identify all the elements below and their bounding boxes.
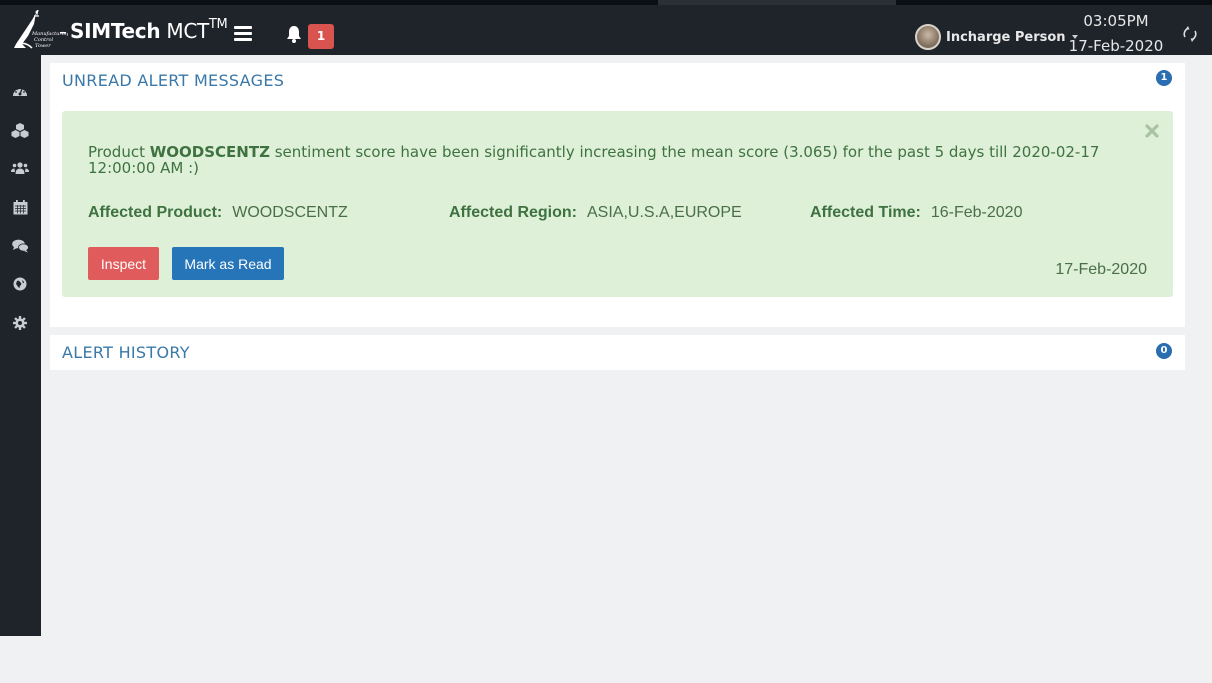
unread-alerts-title[interactable]: UNREAD ALERT MESSAGES xyxy=(62,71,284,90)
clock: 03:05PM 17-Feb-2020 xyxy=(1060,11,1172,56)
inspect-button[interactable]: Inspect xyxy=(88,247,159,280)
affected-region-label: Affected Region: xyxy=(449,204,577,221)
sidebar-item-calendar[interactable] xyxy=(11,198,29,216)
users-icon xyxy=(11,162,29,174)
sidebar-item-inventory[interactable] xyxy=(11,121,29,139)
svg-text:Tower: Tower xyxy=(35,43,51,49)
top-navbar: Manufacturing Control Tower SIMTech MCTT… xyxy=(0,5,1212,55)
affected-region: Affected Region: ASIA,U.S.A,EUROPE xyxy=(449,204,742,222)
sidebar-item-settings[interactable] xyxy=(11,314,29,332)
brand-name: SIMTech xyxy=(70,19,161,43)
notification-badge[interactable]: 1 xyxy=(308,24,334,49)
avatar xyxy=(915,24,941,50)
affected-time: Affected Time: 16-Feb-2020 xyxy=(810,204,1022,222)
dashboard-icon xyxy=(13,88,27,96)
sidebar-item-messages[interactable] xyxy=(11,237,29,255)
brand-trademark: TM xyxy=(208,17,228,32)
affected-time-value: 16-Feb-2020 xyxy=(930,204,1023,221)
affected-product-value: WOODSCENTZ xyxy=(232,204,348,221)
comments-icon xyxy=(11,239,29,253)
sidebar xyxy=(0,55,41,636)
user-menu[interactable]: Incharge Person xyxy=(915,23,1078,51)
affected-region-value: ASIA,U.S.A,EUROPE xyxy=(587,204,742,221)
sidebar-item-regions[interactable] xyxy=(11,275,29,293)
clock-date: 17-Feb-2020 xyxy=(1068,37,1164,55)
brand-product: MCT xyxy=(166,19,209,43)
gear-icon xyxy=(13,316,27,330)
cubes-icon xyxy=(11,122,29,138)
history-count-badge: 0 xyxy=(1156,343,1172,359)
sidebar-item-dashboard[interactable] xyxy=(11,82,29,100)
clock-time: 03:05PM xyxy=(1083,12,1149,30)
alert-history-title[interactable]: ALERT HISTORY xyxy=(62,343,190,362)
mark-as-read-button[interactable]: Mark as Read xyxy=(172,247,284,280)
bell-icon[interactable] xyxy=(284,24,304,44)
alert-text: Product WOODSCENTZ sentiment score have … xyxy=(88,144,1148,176)
affected-product: Affected Product: WOODSCENTZ xyxy=(88,204,348,222)
alert-history-panel: ALERT HISTORY 0 xyxy=(50,335,1185,370)
globe-icon xyxy=(13,277,27,291)
user-name: Incharge Person xyxy=(946,29,1066,45)
brand-title[interactable]: SIMTech MCTTM xyxy=(70,17,228,43)
alert-date: 17-Feb-2020 xyxy=(1055,261,1147,278)
alert-message: Product WOODSCENTZ sentiment score have … xyxy=(62,111,1173,297)
unread-alerts-panel: UNREAD ALERT MESSAGES 1 Product WOODSCEN… xyxy=(50,63,1185,327)
sidebar-item-users[interactable] xyxy=(11,159,29,177)
unread-count-badge: 1 xyxy=(1156,70,1172,86)
menu-toggle-icon[interactable] xyxy=(234,26,252,41)
logo-icon[interactable]: Manufacturing Control Tower xyxy=(10,8,70,52)
refresh-icon[interactable] xyxy=(1180,24,1200,44)
close-icon[interactable] xyxy=(1145,124,1159,138)
affected-time-label: Affected Time: xyxy=(810,204,921,221)
calendar-icon xyxy=(13,199,27,214)
affected-product-label: Affected Product: xyxy=(88,204,223,221)
